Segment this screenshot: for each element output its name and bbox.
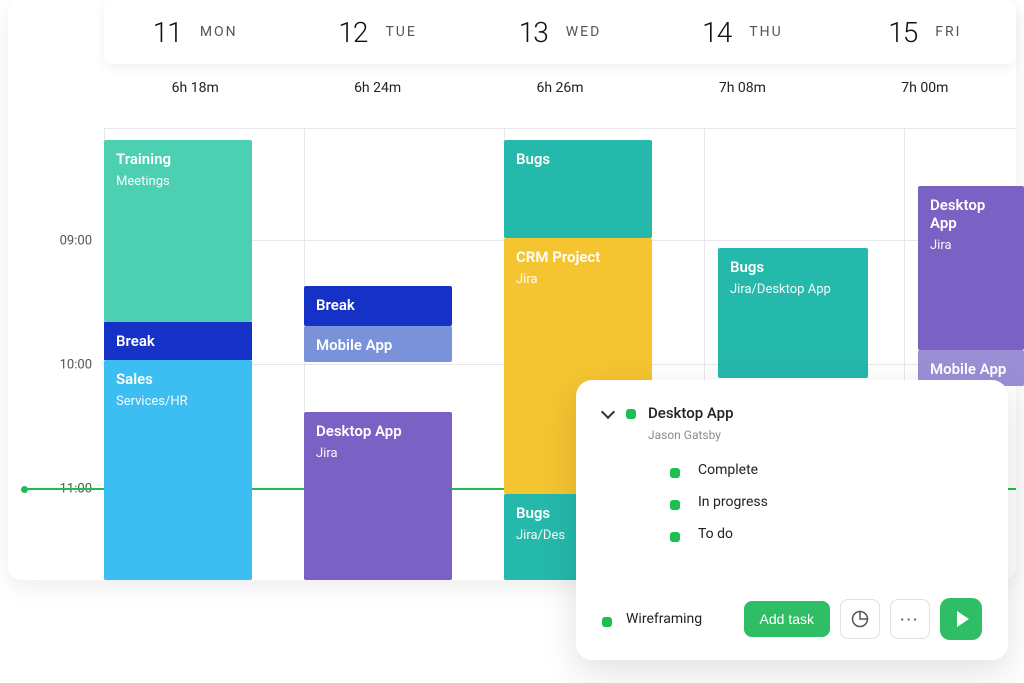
- day-duration: 7h 08m: [651, 80, 833, 96]
- day-header-mon[interactable]: 11 MON: [104, 0, 286, 64]
- event-desktop-app[interactable]: Desktop App Jira: [304, 412, 452, 580]
- event-mobile-app[interactable]: Mobile App: [304, 326, 452, 362]
- task-popover: Desktop App Jason Gatsby Complete In pro…: [576, 380, 1008, 660]
- day-header-wed[interactable]: 13 WED: [469, 0, 651, 64]
- event-bugs[interactable]: Bugs Jira/Desktop App: [718, 248, 868, 378]
- popover-header: Desktop App Jason Gatsby: [602, 404, 982, 442]
- event-title: Sales: [116, 370, 240, 388]
- status-dot-icon: [670, 532, 680, 542]
- status-dot-icon: [626, 409, 636, 419]
- day-dow: FRI: [935, 24, 961, 40]
- more-button[interactable]: ···: [890, 599, 930, 639]
- day-duration: 6h 26m: [469, 80, 651, 96]
- status-label: To do: [698, 526, 733, 542]
- day-number: 11: [153, 16, 182, 49]
- time-label-0900: 09:00: [32, 234, 92, 249]
- day-number: 13: [519, 16, 548, 49]
- event-title: Desktop App: [316, 422, 440, 440]
- day-dow: TUE: [385, 24, 416, 40]
- event-title: Mobile App: [930, 360, 1012, 378]
- day-duration: 6h 18m: [104, 80, 286, 96]
- chevron-down-icon[interactable]: [602, 406, 614, 418]
- more-horizontal-icon: ···: [900, 612, 919, 627]
- day-header-thu[interactable]: 14 THU: [651, 0, 833, 64]
- day-dow: THU: [749, 24, 782, 40]
- event-title: Bugs: [730, 258, 856, 276]
- event-bugs[interactable]: Bugs Jira/Des: [504, 494, 584, 580]
- day-duration: 7h 00m: [834, 80, 1016, 96]
- status-option-in-progress[interactable]: In progress: [670, 494, 982, 510]
- popover-footer: Wireframing Add task ···: [602, 598, 982, 640]
- event-title: CRM Project: [516, 248, 640, 266]
- event-sales[interactable]: Sales Services/HR: [104, 360, 252, 580]
- report-button[interactable]: [840, 599, 880, 639]
- play-icon: [957, 611, 969, 627]
- time-label-1000: 10:00: [32, 358, 92, 373]
- add-task-button[interactable]: Add task: [744, 601, 830, 637]
- event-sub: Jira/Desktop App: [730, 282, 856, 297]
- event-desktop-app[interactable]: Desktop App Jira: [918, 186, 1024, 350]
- day-dow: MON: [200, 24, 238, 40]
- event-title: Bugs: [516, 504, 572, 522]
- event-sub: Jira/Des: [516, 528, 572, 543]
- event-bugs[interactable]: Bugs: [504, 140, 652, 238]
- event-sub: Services/HR: [116, 394, 240, 409]
- event-sub: Jira: [930, 238, 1012, 253]
- current-task[interactable]: Wireframing: [602, 611, 734, 627]
- event-title: Break: [116, 332, 240, 350]
- day-header-fri[interactable]: 15 FRI: [834, 0, 1016, 64]
- popover-title: Desktop App: [648, 404, 734, 422]
- event-break[interactable]: Break: [104, 322, 252, 360]
- status-dot-icon: [602, 617, 612, 627]
- status-list: Complete In progress To do: [602, 462, 982, 542]
- day-number: 12: [338, 16, 367, 49]
- status-option-complete[interactable]: Complete: [670, 462, 982, 478]
- pie-chart-icon: [851, 610, 869, 628]
- status-option-todo[interactable]: To do: [670, 526, 982, 542]
- status-label: In progress: [698, 494, 768, 510]
- event-training[interactable]: Training Meetings: [104, 140, 252, 322]
- event-title: Mobile App: [316, 336, 440, 354]
- day-number: 15: [888, 16, 917, 49]
- event-title: Bugs: [516, 150, 640, 168]
- current-task-label: Wireframing: [626, 611, 702, 627]
- status-label: Complete: [698, 462, 758, 478]
- start-timer-button[interactable]: [940, 598, 982, 640]
- status-dot-icon: [670, 468, 680, 478]
- day-header-tue[interactable]: 12 TUE: [286, 0, 468, 64]
- event-break[interactable]: Break: [304, 286, 452, 326]
- event-title: Desktop App: [930, 196, 1012, 232]
- day-header: 11 MON 12 TUE 13 WED 14 THU 15 FRI: [104, 0, 1016, 64]
- event-title: Break: [316, 296, 440, 314]
- event-title: Training: [116, 150, 240, 168]
- day-durations: 6h 18m 6h 24m 6h 26m 7h 08m 7h 00m: [104, 80, 1016, 96]
- event-sub: Meetings: [116, 174, 240, 189]
- day-dow: WED: [566, 24, 602, 40]
- event-sub: Jira: [516, 272, 640, 287]
- popover-user: Jason Gatsby: [648, 428, 734, 442]
- day-number: 14: [702, 16, 731, 49]
- event-sub: Jira: [316, 446, 440, 461]
- status-dot-icon: [670, 500, 680, 510]
- day-duration: 6h 24m: [286, 80, 468, 96]
